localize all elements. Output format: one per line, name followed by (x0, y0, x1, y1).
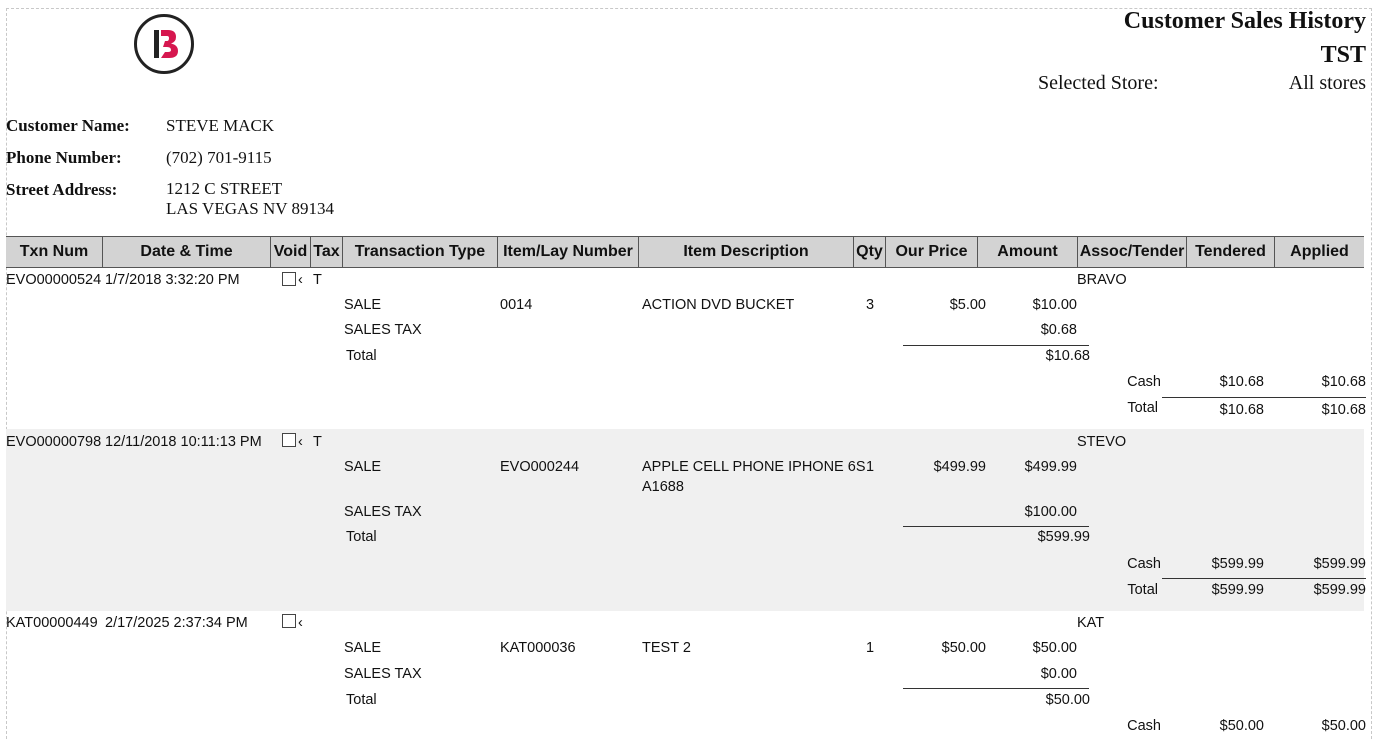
selected-store-label: Selected Store: (1038, 72, 1159, 94)
checkmark-glyph: ‹ (298, 434, 303, 450)
phone-number-label: Phone Number: (6, 148, 122, 167)
void-checkbox[interactable] (282, 433, 296, 447)
applied-total: $10.68 (1321, 402, 1366, 418)
column-header-item-description: Item Description (639, 237, 854, 267)
void-checkbox[interactable] (282, 272, 296, 286)
line-amount: $50.00 (1032, 640, 1077, 656)
checkmark-glyph: ‹ (298, 272, 303, 288)
item-qty: 1 (866, 459, 875, 475)
item-number: 0014 (500, 297, 533, 313)
column-header-tax: Tax (311, 237, 343, 267)
txn-number: EVO00000524 (6, 272, 102, 288)
line-amount: $10.00 (1032, 297, 1077, 313)
tender-type: Cash (1127, 374, 1161, 390)
table-header: Txn Num Date & Time Void Tax Transaction… (6, 236, 1364, 268)
tendered-total: $599.99 (1211, 582, 1264, 598)
column-header-applied: Applied (1290, 243, 1349, 260)
tendered-amount: $599.99 (1211, 556, 1264, 572)
page-border-right (1371, 8, 1372, 739)
company-logo (134, 14, 194, 74)
transaction-type: SALE (344, 297, 382, 313)
phone-number: (702) 701-9115 (166, 148, 272, 167)
checkmark-glyph: ‹ (298, 615, 303, 631)
column-header-qty: Qty (854, 237, 886, 267)
item-number: EVO000244 (500, 459, 580, 475)
tendered-total: $10.68 (1219, 402, 1264, 418)
txn-datetime: 1/7/2018 3:32:20 PM (105, 272, 240, 288)
txn-number: EVO00000798 (6, 434, 102, 450)
tender-type: Cash (1127, 556, 1161, 572)
column-header-assoc-tender: Assoc/Tender (1078, 237, 1187, 267)
item-description: TEST 2 (642, 640, 691, 656)
tender-type: Cash (1127, 718, 1161, 734)
transaction-type: SALE (344, 459, 382, 475)
column-header-void: Void (271, 237, 311, 267)
txn-datetime: 12/11/2018 10:11:13 PM (105, 434, 262, 450)
tender-total-label: Total (1127, 400, 1158, 416)
column-header-item-lay-number: Item/Lay Number (498, 237, 639, 267)
sales-tax-label: SALES TAX (344, 504, 422, 520)
logo-b-icon (154, 30, 178, 58)
assoc-name: STEVO (1077, 434, 1127, 450)
subtotal-rule (903, 688, 1089, 689)
assoc-name: KAT (1077, 615, 1105, 631)
tendered-amount: $10.68 (1219, 374, 1264, 390)
our-price: $499.99 (933, 459, 986, 475)
our-price: $5.00 (949, 297, 986, 313)
customer-name: STEVE MACK (166, 116, 275, 135)
column-header-transaction-type: Transaction Type (343, 237, 498, 267)
total-label: Total (346, 348, 377, 364)
item-description-line2: A1688 (642, 479, 684, 495)
column-header-our-price: Our Price (886, 237, 978, 267)
tender-total-label: Total (1127, 582, 1158, 598)
item-number: KAT000036 (500, 640, 576, 656)
transaction-band (6, 429, 1364, 611)
report-title: Customer Sales History (1123, 8, 1366, 34)
subtotal-rule (903, 526, 1089, 527)
street-address-line2: LAS VEGAS NV 89134 (166, 199, 334, 218)
our-price: $50.00 (941, 640, 986, 656)
sales-tax-label: SALES TAX (344, 666, 422, 682)
tender-total-rule (1162, 397, 1366, 398)
applied-amount: $599.99 (1313, 556, 1366, 572)
assoc-name: BRAVO (1077, 272, 1127, 288)
applied-amount: $50.00 (1321, 718, 1366, 734)
tendered-amount: $50.00 (1219, 718, 1264, 734)
street-address-label: Street Address: (6, 180, 118, 199)
tender-total-rule (1162, 578, 1366, 579)
applied-amount: $10.68 (1321, 374, 1366, 390)
column-header-amount: Amount (978, 237, 1078, 267)
street-address-line1: 1212 C STREET (166, 179, 283, 198)
column-header-tendered: Tendered (1187, 237, 1275, 267)
total-amount: $10.68 (1045, 348, 1090, 364)
total-label: Total (346, 692, 377, 708)
sales-tax-amount: $0.68 (1040, 322, 1077, 338)
total-label: Total (346, 529, 377, 545)
subtotal-rule (903, 345, 1089, 346)
tax-flag: T (313, 272, 322, 288)
total-amount: $50.00 (1045, 692, 1090, 708)
void-checkbox[interactable] (282, 614, 296, 628)
tax-flag: T (313, 434, 322, 450)
transaction-type: SALE (344, 640, 382, 656)
sales-tax-label: SALES TAX (344, 322, 422, 338)
sales-tax-amount: $100.00 (1024, 504, 1077, 520)
total-amount: $599.99 (1037, 529, 1090, 545)
selected-store-value: All stores (1288, 72, 1366, 94)
report-subtitle: TST (1320, 42, 1366, 68)
customer-name-label: Customer Name: (6, 116, 130, 135)
column-header-txn-num: Txn Num (6, 237, 103, 267)
txn-datetime: 2/17/2025 2:37:34 PM (105, 615, 248, 631)
txn-number: KAT00000449 (6, 615, 98, 631)
item-description: ACTION DVD BUCKET (642, 297, 795, 313)
item-description: APPLE CELL PHONE IPHONE 6S (642, 459, 866, 475)
item-qty: 1 (866, 640, 875, 656)
sales-tax-amount: $0.00 (1040, 666, 1077, 682)
line-amount: $499.99 (1024, 459, 1077, 475)
item-qty: 3 (866, 297, 875, 313)
applied-total: $599.99 (1313, 582, 1366, 598)
column-header-date-time: Date & Time (103, 237, 271, 267)
